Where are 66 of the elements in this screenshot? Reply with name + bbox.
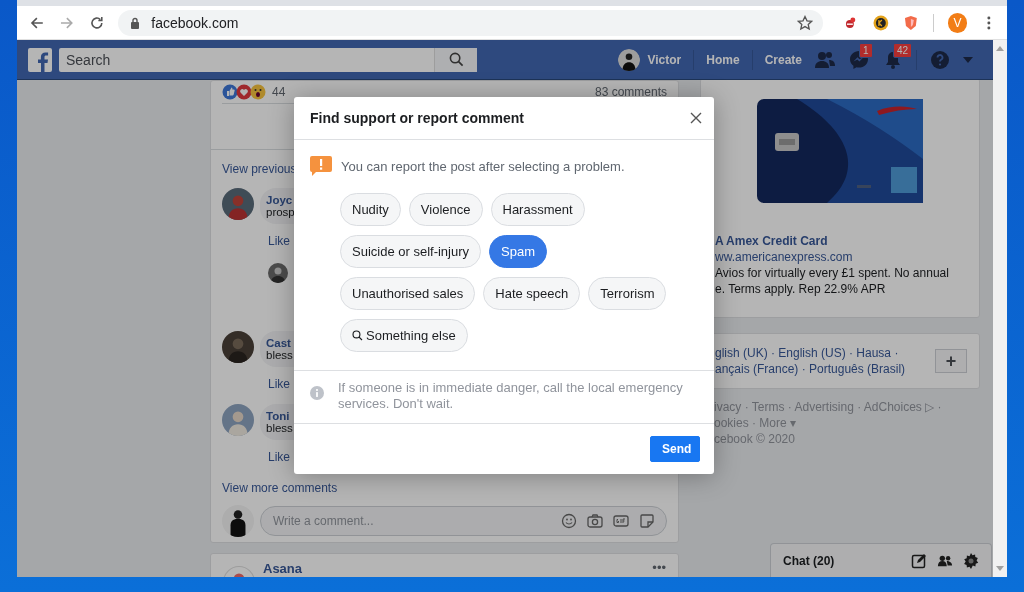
notification-badge: 42 (893, 42, 913, 58)
like-link[interactable]: Like (268, 377, 290, 391)
chat-bar[interactable]: Chat (20) (770, 543, 992, 577)
send-button[interactable]: Send (650, 436, 700, 462)
problem-option[interactable]: Hate speech (483, 277, 581, 310)
comment-text: bless (266, 422, 293, 434)
reactions-icon[interactable] (222, 84, 268, 100)
compose-icon[interactable] (911, 552, 927, 569)
profile-link[interactable]: Victor (647, 52, 682, 67)
view-previous-link[interactable]: View previous (222, 162, 297, 176)
lock-icon (130, 16, 141, 29)
problem-option[interactable]: Something else (340, 319, 468, 352)
user-avatar[interactable] (617, 48, 640, 71)
language-links[interactable]: ançais (France) · Português (Brasil) (715, 361, 935, 377)
ad-description: Avios for virtually every £1 spent. No annual (715, 265, 950, 281)
chat-label[interactable]: Chat (20) (783, 553, 835, 568)
warning-icon (310, 156, 332, 176)
extension-icon[interactable] (873, 14, 889, 31)
view-more-link[interactable]: View more comments (222, 481, 338, 495)
problem-option[interactable]: Violence (408, 193, 483, 226)
address-bar[interactable]: facebook.com (118, 9, 824, 36)
dialog-title: Find support or report comment (310, 110, 525, 126)
notification-badge: 1 (859, 42, 873, 58)
comment-text: prosp (266, 206, 295, 218)
nav-link[interactable]: Create (764, 52, 802, 67)
camera-icon[interactable] (587, 513, 603, 529)
ad-description: e. Terms apply. Rep 22.9% APR (715, 281, 887, 297)
like-link[interactable]: Like (268, 450, 290, 464)
comment-author[interactable]: Toni (266, 410, 290, 422)
comments-count[interactable]: 83 comments (594, 85, 667, 99)
ad-link[interactable]: ww.americanexpress.com (715, 249, 979, 265)
problem-option[interactable]: Unauthorised sales (340, 277, 476, 310)
logo-icon[interactable] (28, 47, 52, 72)
like-link[interactable]: Like (268, 234, 290, 248)
emoji-icon[interactable] (561, 513, 577, 529)
comment-author[interactable]: Joyc (266, 194, 293, 206)
comment-field[interactable]: Write a comment... (260, 506, 667, 536)
close-icon[interactable] (690, 112, 702, 124)
profile-avatar[interactable]: V (947, 12, 968, 33)
reload-icon[interactable] (88, 14, 105, 31)
comment-author[interactable]: Cast (266, 337, 291, 349)
shield-icon[interactable] (902, 14, 919, 31)
more-options-button[interactable]: ••• (652, 560, 666, 575)
problem-option[interactable]: Terrorism (588, 277, 667, 310)
problem-option[interactable]: Harassment (490, 193, 585, 226)
settings-icon[interactable] (963, 552, 979, 569)
add-language-button[interactable]: + (935, 349, 967, 373)
info-icon (310, 386, 324, 400)
search-button[interactable] (434, 47, 477, 72)
star-icon[interactable] (797, 14, 814, 31)
search-field[interactable]: Search (59, 47, 434, 72)
reaction-count[interactable]: 44 (272, 85, 286, 99)
post-author[interactable]: Asana (263, 561, 303, 576)
notice-text: You can report the post after selecting a problem. (341, 158, 625, 174)
comment-text: bless (266, 349, 293, 361)
search-icon (448, 52, 464, 67)
nav-link[interactable]: Home (706, 52, 740, 67)
search-icon (352, 330, 363, 341)
problem-option[interactable]: Suicide or self-injury (340, 235, 482, 268)
sticker-icon[interactable] (639, 513, 655, 529)
ad-title[interactable]: A Amex Credit Card (715, 233, 979, 249)
language-links[interactable]: glish (UK) · English (US) · Hausa · (715, 345, 935, 361)
problem-option[interactable]: Spam (489, 235, 547, 268)
problem-option[interactable]: Nudity (340, 193, 401, 226)
info-text: If someone is in immediate danger, call the local emergency services. Don't wait. (338, 380, 684, 412)
gif-icon[interactable] (613, 513, 629, 529)
